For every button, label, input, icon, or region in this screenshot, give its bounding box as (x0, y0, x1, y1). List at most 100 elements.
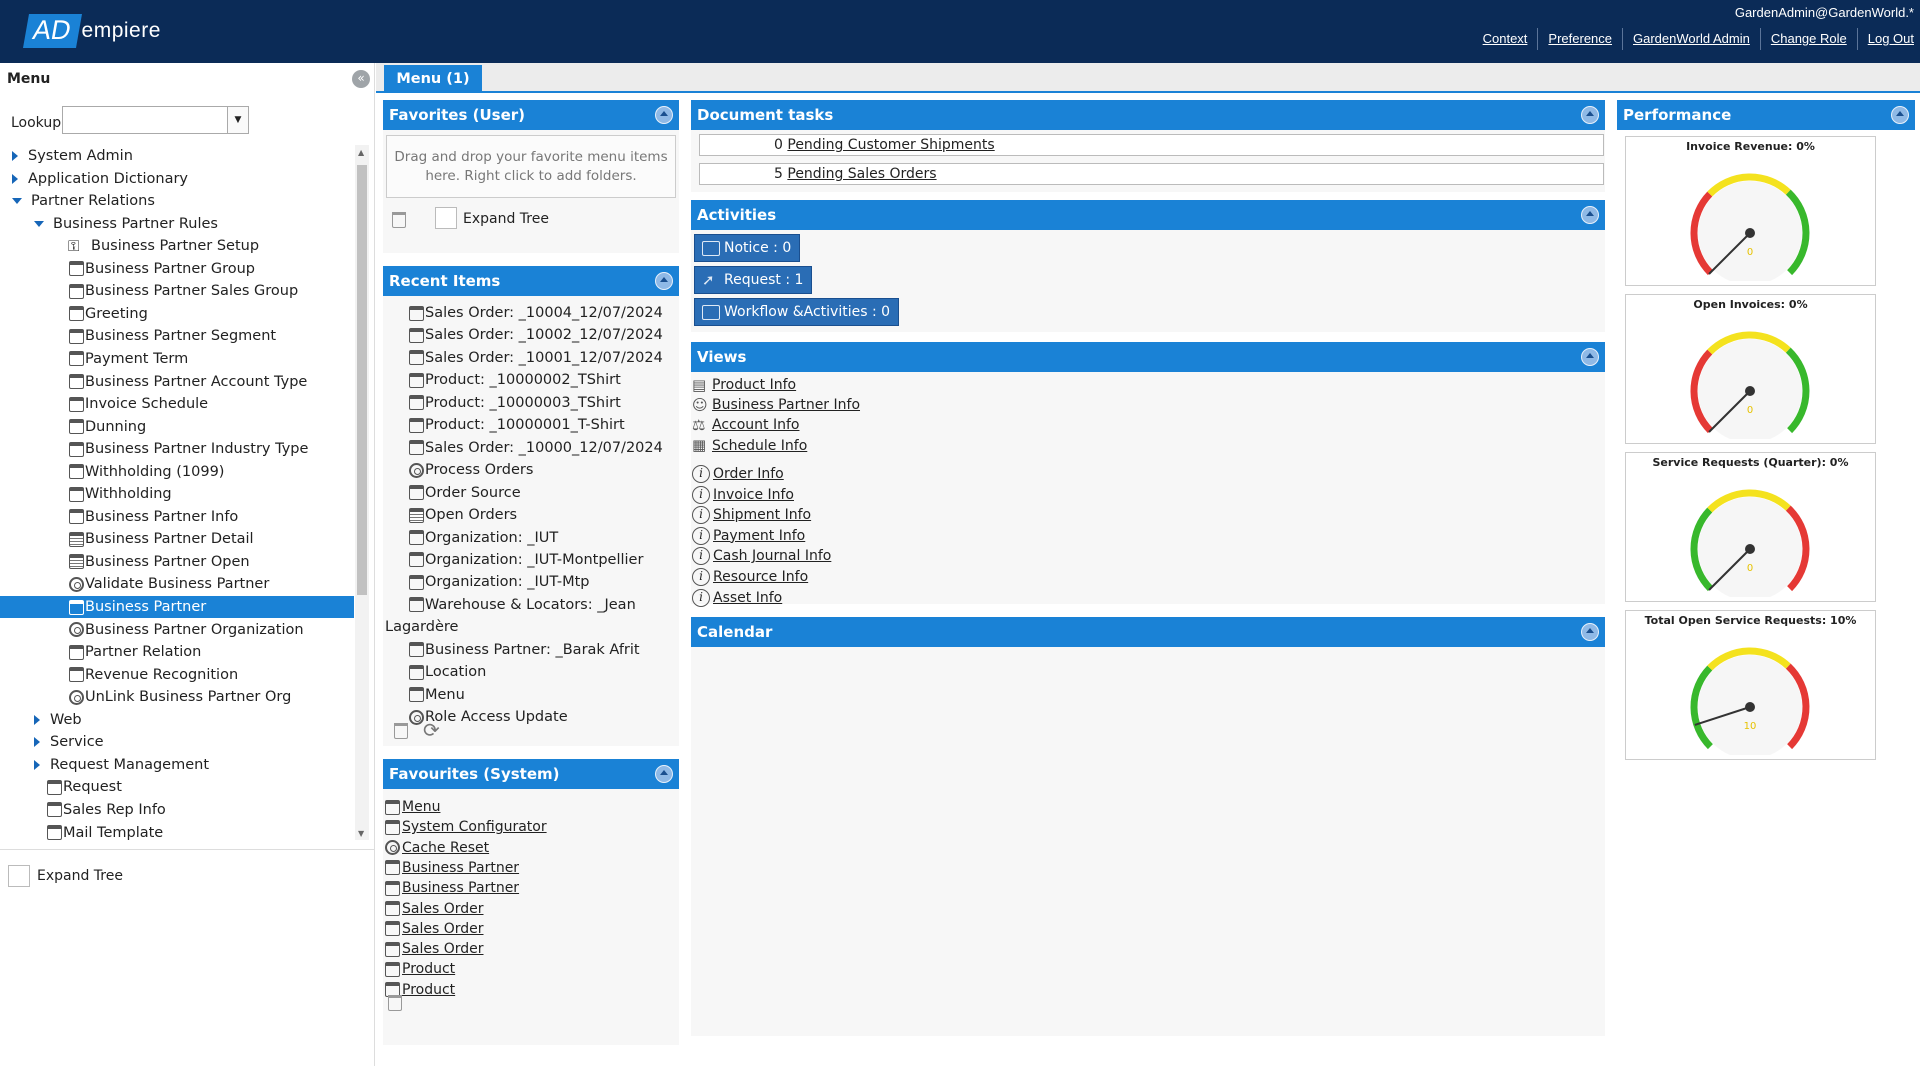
favourite-system-link[interactable]: Business Partner (402, 860, 519, 876)
recent-item[interactable]: Sales Order: _10004_12/07/2024 (408, 302, 663, 324)
recent-item[interactable]: Sales Order: _10000_12/07/2024 (408, 437, 663, 459)
view-link[interactable]: Invoice Info (713, 487, 794, 503)
menu-tree-scrollbar[interactable]: ▲ ▼ (355, 145, 369, 840)
favourite-system-item[interactable]: Sales Order (384, 939, 484, 959)
recent-item[interactable]: Location (408, 661, 486, 683)
collapse-panel-icon[interactable] (1581, 206, 1599, 224)
view-link[interactable]: Shipment Info (713, 507, 811, 523)
log-out-link[interactable]: Log Out (1856, 28, 1914, 50)
menu-tree-item[interactable]: ⚿ Business Partner Setup (0, 235, 354, 257)
collapsed-triangle-icon[interactable] (34, 759, 40, 770)
favourite-system-item[interactable]: Product (384, 959, 455, 979)
favorites-dropzone[interactable]: Drag and drop your favorite menu items h… (386, 135, 676, 198)
recent-item[interactable]: Order Source (408, 482, 521, 504)
menu-tree-item[interactable]: Invoice Schedule (0, 393, 354, 415)
favourite-system-item[interactable]: System Configurator (384, 817, 547, 837)
recent-item[interactable]: Menu (408, 684, 465, 706)
menu-tree-item[interactable]: Business Partner Rules (0, 213, 354, 235)
view-link[interactable]: Payment Info (713, 528, 805, 544)
workflow-activities-button[interactable]: Workflow &Activities : 0 (694, 298, 900, 326)
refresh-icon[interactable]: ⟳ (423, 718, 440, 742)
menu-tree-item[interactable]: Payment Term (0, 348, 354, 370)
menu-tree-item[interactable]: Business Partner Detail (0, 528, 354, 550)
view-link-row[interactable]: ▤ Product Info (692, 375, 796, 395)
task-pending-customer-shipments[interactable]: 0 Pending Customer Shipments (699, 134, 1604, 156)
context-link[interactable]: Context (1473, 28, 1538, 50)
collapse-menu-icon[interactable]: « (352, 70, 370, 88)
view-link-row[interactable]: i Shipment Info (692, 505, 811, 525)
gauge-card[interactable]: Total Open Service Requests: 10% 10 (1625, 610, 1876, 760)
expanded-triangle-icon[interactable] (12, 198, 22, 205)
recent-item[interactable]: Product: _10000003_TShirt (408, 392, 621, 414)
view-link-row[interactable]: ⚖ Account Info (692, 415, 799, 435)
view-link-row[interactable]: ☺ Business Partner Info (692, 395, 860, 415)
menu-tree-item[interactable]: UnLink Business Partner Org (0, 686, 354, 708)
menu-tree-item[interactable]: Validate Business Partner (0, 573, 354, 595)
menu-tree-item[interactable]: Business Partner Segment (0, 325, 354, 347)
menu-tree-item[interactable]: Partner Relations (0, 190, 354, 212)
scroll-up-icon[interactable]: ▲ (358, 148, 364, 157)
request-button[interactable]: ➚ Request : 1 (694, 266, 813, 294)
menu-tree-item[interactable]: Revenue Recognition (0, 664, 354, 686)
collapse-panel-icon[interactable] (1581, 106, 1599, 124)
collapsed-triangle-icon[interactable] (34, 714, 40, 725)
favourite-system-item[interactable]: Cache Reset (384, 838, 489, 858)
collapsed-triangle-icon[interactable] (12, 173, 18, 184)
recent-item[interactable]: Business Partner: _Barak Afrit (408, 639, 640, 661)
favourite-system-item[interactable]: Sales Order (384, 899, 484, 919)
menu-tree-item[interactable]: Business Partner Organization (0, 619, 354, 641)
view-link-row[interactable]: i Resource Info (692, 567, 808, 587)
menu-tree-item[interactable]: Sales Rep Info (0, 799, 354, 821)
favourite-system-link[interactable]: System Configurator (402, 819, 547, 835)
tab-menu[interactable]: Menu (1) (384, 65, 482, 93)
expand-tree-checkbox[interactable] (8, 865, 30, 887)
view-link[interactable]: Schedule Info (712, 438, 807, 454)
menu-tree-item[interactable]: Business Partner Group (0, 258, 354, 280)
recent-item[interactable]: Organization: _IUT-Montpellier (408, 549, 643, 571)
view-link[interactable]: Cash Journal Info (713, 548, 831, 564)
recent-item[interactable]: Lagardère (385, 616, 458, 638)
task-pending-sales-orders[interactable]: 5 Pending Sales Orders (699, 163, 1604, 185)
favourite-system-link[interactable]: Menu (402, 799, 440, 815)
recent-item[interactable]: Process Orders (408, 459, 533, 481)
menu-tree-item[interactable]: Withholding (0, 483, 354, 505)
menu-tree-item[interactable]: Business Partner Sales Group (0, 280, 354, 302)
favourite-system-link[interactable]: Sales Order (402, 901, 484, 917)
menu-tree-item[interactable]: Business Partner Info (0, 506, 354, 528)
recent-item[interactable]: Organization: _IUT-Mtp (408, 571, 590, 593)
gauge-card[interactable]: Service Requests (Quarter): 0% 0 (1625, 452, 1876, 602)
favourite-system-item[interactable]: Sales Order (384, 919, 484, 939)
favourite-system-link[interactable]: Sales Order (402, 941, 484, 957)
menu-tree-item[interactable]: Request (0, 776, 354, 798)
view-link-row[interactable]: i Cash Journal Info (692, 546, 831, 566)
menu-tree-item[interactable]: Business Partner Industry Type (0, 438, 354, 460)
menu-tree-item[interactable]: System Admin (0, 145, 354, 167)
task-link[interactable]: Pending Customer Shipments (787, 137, 994, 153)
favourite-system-link[interactable]: Cache Reset (402, 840, 489, 856)
collapsed-triangle-icon[interactable] (34, 737, 40, 748)
expanded-triangle-icon[interactable] (34, 220, 44, 227)
trash-icon[interactable] (388, 995, 402, 1011)
trash-icon[interactable] (392, 212, 406, 228)
view-link[interactable]: Asset Info (713, 590, 782, 606)
collapsed-triangle-icon[interactable] (12, 151, 18, 161)
menu-tree-item[interactable]: Application Dictionary (0, 168, 354, 190)
preference-link[interactable]: Preference (1537, 28, 1622, 50)
favourite-system-link[interactable]: Business Partner (402, 880, 519, 896)
menu-tree-item[interactable]: Service (0, 731, 354, 753)
view-link-row[interactable]: i Invoice Info (692, 485, 794, 505)
gauge-card[interactable]: Invoice Revenue: 0% 0 (1625, 136, 1876, 286)
menu-tree-item[interactable]: Web (0, 709, 354, 731)
collapse-panel-icon[interactable] (655, 106, 673, 124)
collapse-panel-icon[interactable] (655, 272, 673, 290)
menu-tree-item[interactable]: Business Partner Account Type (0, 371, 354, 393)
recent-item[interactable]: Sales Order: _10001_12/07/2024 (408, 347, 663, 369)
favorites-expand-tree-checkbox[interactable] (435, 207, 457, 229)
view-link[interactable]: Product Info (712, 377, 796, 393)
menu-tree-item[interactable]: Business Partner Open (0, 551, 354, 573)
recent-item[interactable]: Organization: _IUT (408, 527, 558, 549)
gardenworld-admin-link[interactable]: GardenWorld Admin (1622, 28, 1760, 50)
task-link[interactable]: Pending Sales Orders (787, 166, 936, 182)
menu-tree-item[interactable]: Greeting (0, 303, 354, 325)
menu-tree-item[interactable]: Business Partner (0, 596, 354, 618)
